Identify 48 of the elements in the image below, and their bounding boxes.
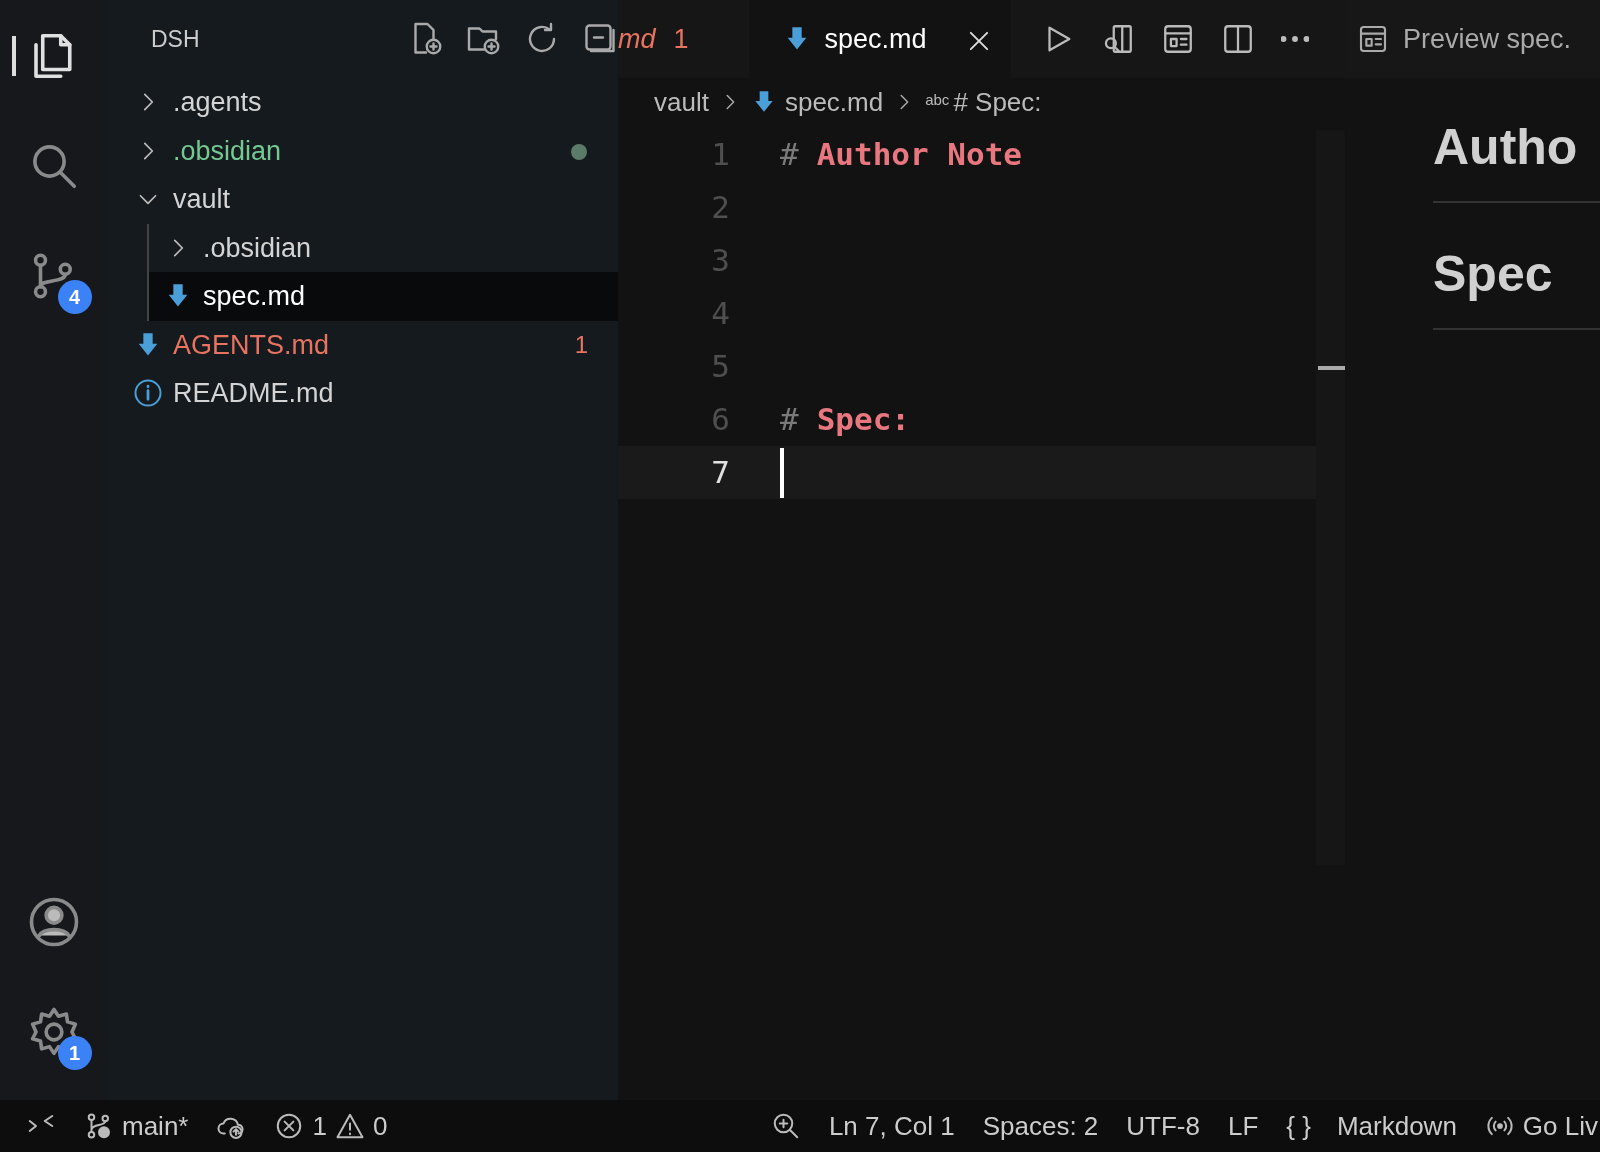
- file-tree-item[interactable]: .obsidian: [107, 126, 618, 175]
- language-mode-button[interactable]: { } Markdown: [1272, 1106, 1471, 1146]
- go-live-button[interactable]: Go Liv: [1470, 1106, 1600, 1146]
- source-control-button[interactable]: 4: [15, 238, 92, 314]
- file-tree-item[interactable]: spec.md: [149, 272, 618, 321]
- preview-heading: Autho: [1433, 78, 1600, 203]
- encoding-button[interactable]: UTF-8: [1112, 1106, 1214, 1146]
- preview-heading: Spec: [1433, 203, 1600, 330]
- problems-button[interactable]: 1 0: [260, 1106, 402, 1146]
- line-number: 3: [710, 241, 731, 281]
- warning-icon: [334, 1111, 365, 1141]
- modified-dot-icon: [570, 143, 588, 162]
- heading-marker: #: [780, 400, 799, 440]
- line-number: 4: [710, 294, 731, 334]
- eol-button[interactable]: LF: [1213, 1106, 1273, 1146]
- text-cursor: [780, 447, 784, 498]
- notification-badge: 1: [57, 1036, 92, 1070]
- file-tree-item[interactable]: .obsidian: [149, 223, 618, 272]
- line-number: 6: [710, 400, 731, 440]
- heading-text: Spec:: [816, 400, 910, 440]
- file-tree-item[interactable]: vault: [107, 175, 618, 224]
- file-tree-item[interactable]: AGENTS.md 1: [107, 320, 618, 369]
- line-number: 2: [710, 188, 731, 228]
- heading-text: Author Note: [816, 135, 1022, 175]
- more-actions-button[interactable]: [1280, 35, 1309, 43]
- settings-button[interactable]: 1: [15, 994, 92, 1070]
- preview-icon: [1357, 23, 1389, 55]
- problem-count: 1: [574, 329, 588, 360]
- more-actions-icon: [1280, 35, 1309, 43]
- heading-marker: #: [780, 135, 799, 175]
- breadcrumb-item[interactable]: vault: [654, 82, 709, 122]
- info-icon: [133, 378, 163, 409]
- line-number: 1: [710, 135, 731, 175]
- indentation-button[interactable]: Spaces: 2: [968, 1106, 1113, 1146]
- file-tree-item[interactable]: README.md: [107, 369, 618, 418]
- branch-button[interactable]: main*: [70, 1106, 203, 1146]
- line-number: 5: [710, 347, 731, 387]
- cursor-position[interactable]: Ln 7, Col 1: [814, 1106, 969, 1146]
- minimap-scrollbar[interactable]: [1315, 130, 1345, 865]
- file-tree-item[interactable]: .agents: [107, 78, 618, 127]
- string-symbol-icon: abc: [925, 88, 950, 111]
- editor-tab[interactable]: md 1: [618, 0, 749, 78]
- breadcrumb-item[interactable]: spec.md: [750, 82, 884, 122]
- preview-tab[interactable]: Preview spec.: [1345, 0, 1600, 78]
- line-number: 7: [710, 453, 731, 493]
- explorer-title: DSH: [151, 24, 200, 54]
- notification-badge: 4: [57, 280, 92, 314]
- editor-tab[interactable]: spec.md: [748, 0, 1011, 78]
